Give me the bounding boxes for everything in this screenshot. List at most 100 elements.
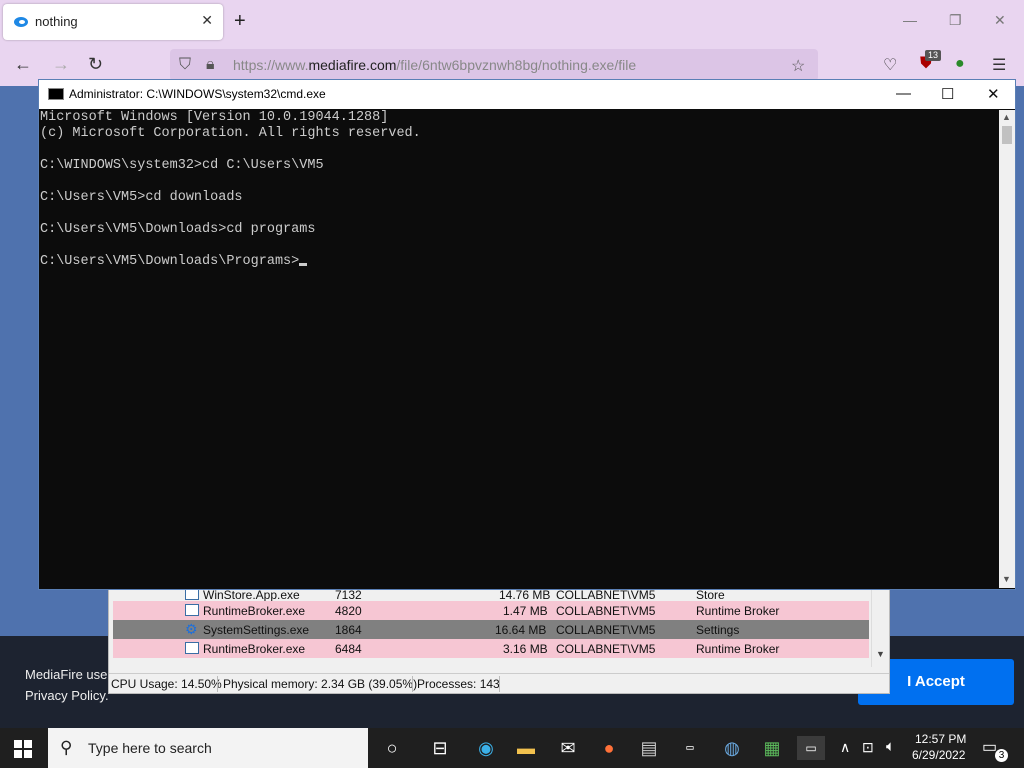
process-pid: 6484 (335, 642, 362, 656)
tab-title: nothing (35, 14, 78, 29)
reload-icon[interactable]: ↻ (88, 54, 103, 74)
url-prefix: https://www. (233, 57, 309, 73)
file-explorer-icon[interactable]: ▬ (514, 736, 538, 760)
forward-arrow-icon[interactable]: → (52, 54, 70, 74)
process-user: COLLABNET\VM5 (556, 588, 656, 602)
cmd-scrollbar[interactable]: ▲ ▼ (999, 110, 1015, 588)
clock-time[interactable]: 12:57 PM (915, 732, 966, 746)
search-placeholder: Type here to search (88, 740, 212, 756)
extension-globe-icon[interactable]: ● (955, 55, 965, 73)
process-user: COLLABNET\VM5 (556, 623, 656, 637)
cmd-app-icon (48, 88, 64, 100)
extension-badge: 13 (925, 50, 941, 61)
cmd-console[interactable]: Microsoft Windows [Version 10.0.19044.12… (40, 110, 998, 588)
task-manager-icon[interactable]: ▦ (760, 736, 784, 760)
url-host: mediafire.com (308, 57, 397, 73)
console-line: C:\Users\VM5\Downloads>cd programs (40, 222, 316, 237)
browser-tab-bar: nothing ✕ + — ❐ ✕ (0, 0, 1024, 44)
table-row[interactable]: RuntimeBroker.exe 6484 3.16 MB COLLABNET… (113, 639, 869, 658)
windows-taskbar: ⚲ Type here to search ○ ⊟ ◉ ▬ ✉ ● ▤ ▭ ◍ … (0, 728, 1024, 768)
status-divider (499, 676, 500, 692)
process-description: Settings (696, 623, 740, 637)
firefox-icon[interactable]: ● (597, 736, 621, 760)
process-memory: 3.16 MB (503, 642, 548, 656)
process-count: Processes: 143 (417, 677, 500, 691)
edge-browser-icon[interactable]: ◉ (474, 736, 498, 760)
console-line: C:\Users\VM5>cd downloads (40, 190, 243, 205)
search-icon: ⚲ (60, 738, 73, 757)
scroll-down-arrow-icon[interactable]: ▼ (1002, 574, 1011, 584)
cmd-taskbar-icon[interactable]: ▭ (797, 736, 825, 760)
process-pid: 7132 (335, 588, 362, 602)
status-divider (217, 676, 218, 692)
process-description: Store (696, 588, 725, 602)
network-globe-icon[interactable]: ◍ (720, 736, 744, 760)
physical-memory: Physical memory: 2.34 GB (39.05%) (223, 677, 418, 691)
process-memory: 14.76 MB (499, 588, 551, 602)
process-user: COLLABNET\VM5 (556, 604, 656, 618)
process-description: Runtime Broker (696, 642, 780, 656)
url-text[interactable]: https://www.mediafire.com/file/6ntw6bpvz… (233, 57, 636, 73)
show-hidden-icons-icon[interactable]: ∧ (840, 739, 850, 756)
console-prompt-line[interactable]: C:\Users\VM5\Downloads\Programs> (40, 254, 998, 270)
close-icon[interactable]: ✕ (994, 12, 1006, 29)
notepad-icon[interactable]: ▤ (637, 736, 661, 760)
scroll-down-arrow-icon[interactable]: ▼ (876, 649, 885, 659)
shield-icon[interactable]: ⛉ (179, 56, 191, 74)
taskbar-search-box[interactable]: ⚲ Type here to search (48, 728, 368, 768)
mail-icon[interactable]: ✉ (556, 736, 580, 760)
task-manager-window: WinStore.App.exe 7132 14.76 MB COLLABNET… (108, 586, 890, 694)
text-cursor (299, 263, 308, 266)
table-row[interactable]: RuntimeBroker.exe 4820 1.47 MB COLLABNET… (113, 601, 869, 620)
tab-close-icon[interactable]: ✕ (201, 12, 213, 29)
address-bar[interactable]: ⛉ 🔒︎ https://www.mediafire.com/file/6ntw… (170, 49, 818, 81)
cmd-window[interactable]: Administrator: C:\WINDOWS\system32\cmd.e… (38, 79, 1016, 590)
minimize-icon[interactable]: — (903, 12, 917, 28)
status-divider (412, 676, 413, 692)
process-name: RuntimeBroker.exe (203, 642, 306, 656)
console-line: (c) Microsoft Corporation. All rights re… (40, 126, 421, 141)
cmd-scroll-thumb[interactable] (1002, 126, 1012, 144)
cmd-minimize-icon[interactable]: — (896, 85, 911, 102)
cpu-usage: CPU Usage: 14.50% (111, 677, 222, 691)
process-icon (185, 642, 199, 654)
cmd-close-icon[interactable]: ✕ (987, 85, 1000, 103)
restore-icon[interactable]: ❐ (949, 12, 962, 29)
network-icon[interactable]: ⊡ (862, 739, 874, 756)
volume-icon[interactable]: 🔈︎ (886, 738, 895, 755)
task-manager-scrollbar[interactable]: ▼ (871, 587, 889, 667)
browser-tab[interactable]: nothing ✕ (3, 4, 223, 40)
back-arrow-icon[interactable]: ← (14, 54, 32, 74)
windows-start-icon[interactable] (14, 740, 32, 758)
mediafire-favicon-icon (14, 17, 28, 27)
process-description: Runtime Broker (696, 604, 780, 618)
process-memory: 16.64 MB (495, 623, 547, 637)
process-pid: 4820 (335, 604, 362, 618)
notification-count: 3 (995, 749, 1008, 762)
pocket-icon[interactable]: ♡ (883, 55, 897, 75)
menu-icon[interactable]: ☰ (992, 55, 1006, 75)
cortana-icon[interactable]: ○ (380, 736, 404, 760)
process-user: COLLABNET\VM5 (556, 642, 656, 656)
task-view-icon[interactable]: ⊟ (428, 736, 452, 760)
cmd-maximize-icon[interactable]: ☐ (941, 85, 954, 103)
bookmark-star-icon[interactable]: ☆ (791, 56, 805, 76)
url-path: /file/6ntw6bpvznwh8bg/nothing.exe/file (396, 57, 637, 73)
process-pid: 1864 (335, 623, 362, 637)
console-line: C:\WINDOWS\system32>cd C:\Users\VM5 (40, 158, 324, 173)
task-manager-status-bar: CPU Usage: 14.50% Physical memory: 2.34 … (109, 673, 889, 693)
scroll-up-arrow-icon[interactable]: ▲ (1002, 112, 1011, 122)
cmd-title: Administrator: C:\WINDOWS\system32\cmd.e… (69, 87, 326, 101)
new-tab-button[interactable]: + (234, 10, 246, 32)
clock-date[interactable]: 6/29/2022 (912, 748, 965, 762)
lock-icon[interactable]: 🔒︎ (206, 56, 215, 74)
process-memory: 1.47 MB (503, 604, 548, 618)
terminal-icon[interactable]: ▭ (678, 736, 702, 760)
process-icon (185, 604, 199, 616)
table-row[interactable]: ⚙ SystemSettings.exe 1864 16.64 MB COLLA… (113, 620, 869, 639)
settings-gear-icon: ⚙ (185, 621, 198, 637)
cmd-title-bar[interactable]: Administrator: C:\WINDOWS\system32\cmd.e… (39, 80, 1015, 109)
